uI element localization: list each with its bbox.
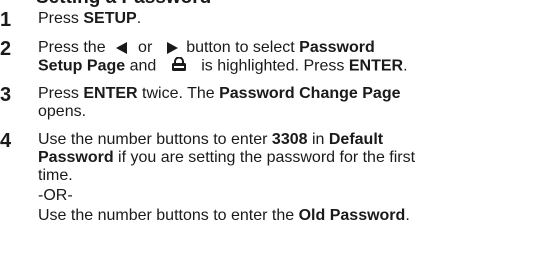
bold-term: SETUP [83,10,137,27]
text: . [403,57,408,75]
bold-term: ENTER [348,57,404,75]
step-text: Use the number buttons to enter 3308 in … [38,131,533,225]
or-separator: -OR- [38,187,73,204]
step-text: Press the or button to select Password S… [38,39,533,76]
text: button to select [186,39,295,56]
text: Press [38,10,84,27]
text: Press the [38,39,106,56]
section-heading: Setting a Password [36,0,211,8]
step-text: Press ENTER twice. The Password Change P… [38,85,533,121]
bold-term: Password Change Page [219,85,401,102]
text: twice. The [137,85,220,102]
padlock-icon [171,56,187,76]
text: Press [38,85,84,102]
step-number: 2 [0,38,12,60]
bold-term: 3308 [271,131,308,148]
text: if you are setting the password for the … [113,149,416,166]
right-triangle-icon [166,41,178,54]
bold-term: Setup Page [38,57,126,75]
text: time. [38,167,73,184]
text: or [138,39,153,56]
left-triangle-icon [116,41,128,54]
bold-term: Old Password [298,207,406,224]
step-number: 3 [0,84,12,106]
clipped-heading: Setting a Password [0,0,537,8]
text: opens. [38,103,87,120]
text: and [129,57,157,75]
bold-term: Password [299,39,375,56]
step-number: 1 [0,9,12,31]
text: Use the number buttons to enter [38,131,272,148]
text: . [136,10,142,27]
bold-term: ENTER [83,85,138,102]
text: Use the number buttons to enter the [38,207,299,224]
step-text: Press SETUP. [38,10,533,28]
text: . [405,207,410,224]
step-number: 4 [0,130,12,152]
text: in [307,131,329,148]
bold-term: Password [38,149,114,166]
text: is highlighted. Press [201,57,345,75]
bold-term: Default [328,131,384,148]
